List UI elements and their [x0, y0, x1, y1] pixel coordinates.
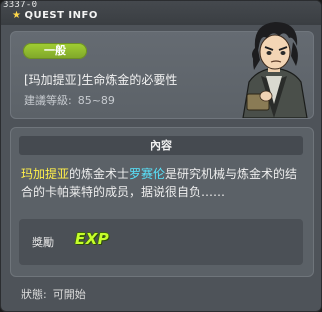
quest-header-panel: 一般 [玛加提亚]生命炼金的必要性 建議等級: 85~89	[10, 22, 314, 119]
npc-portrait	[242, 22, 308, 118]
level-range: 85~89	[77, 94, 115, 107]
quest-description: 玛加提亚的炼金术士罗赛伦是研究机械与炼金术的结合的卡帕莱特的成员，据说很自负……	[21, 165, 307, 201]
description-text: 的炼金术士	[69, 167, 130, 181]
quest-title: [玛加提亚]生命炼金的必要性	[24, 73, 178, 87]
npc-name: 罗赛伦	[129, 167, 166, 181]
window-title-text: QUEST INFO	[24, 10, 98, 21]
level-label: 建議等級:	[24, 94, 72, 107]
exp-icon[interactable]: EXP	[75, 230, 109, 248]
content-header: 內容	[19, 136, 303, 155]
status-label: 狀態:	[21, 288, 47, 301]
quest-status: 狀態: 可開始	[21, 286, 86, 302]
category-badge: 一般	[23, 43, 87, 59]
window-title: ★ QUEST INFO	[12, 10, 98, 21]
star-icon: ★	[12, 10, 22, 21]
level-requirement: 建議等級: 85~89	[24, 92, 115, 108]
reward-label: 獎勵	[32, 236, 54, 249]
quest-id: 3337-0	[3, 0, 38, 10]
quest-info-window: 3337-0 ★ QUEST INFO 一般 [玛加提亚]生命炼金的必要性 建議等…	[0, 0, 322, 312]
content-panel: 內容 玛加提亚的炼金术士罗赛伦是研究机械与炼金术的结合的卡帕莱特的成员，据说很自…	[10, 127, 314, 277]
status-value: 可開始	[52, 288, 86, 301]
location-name: 玛加提亚	[21, 167, 70, 181]
reward-box: 獎勵 EXP	[19, 219, 303, 265]
